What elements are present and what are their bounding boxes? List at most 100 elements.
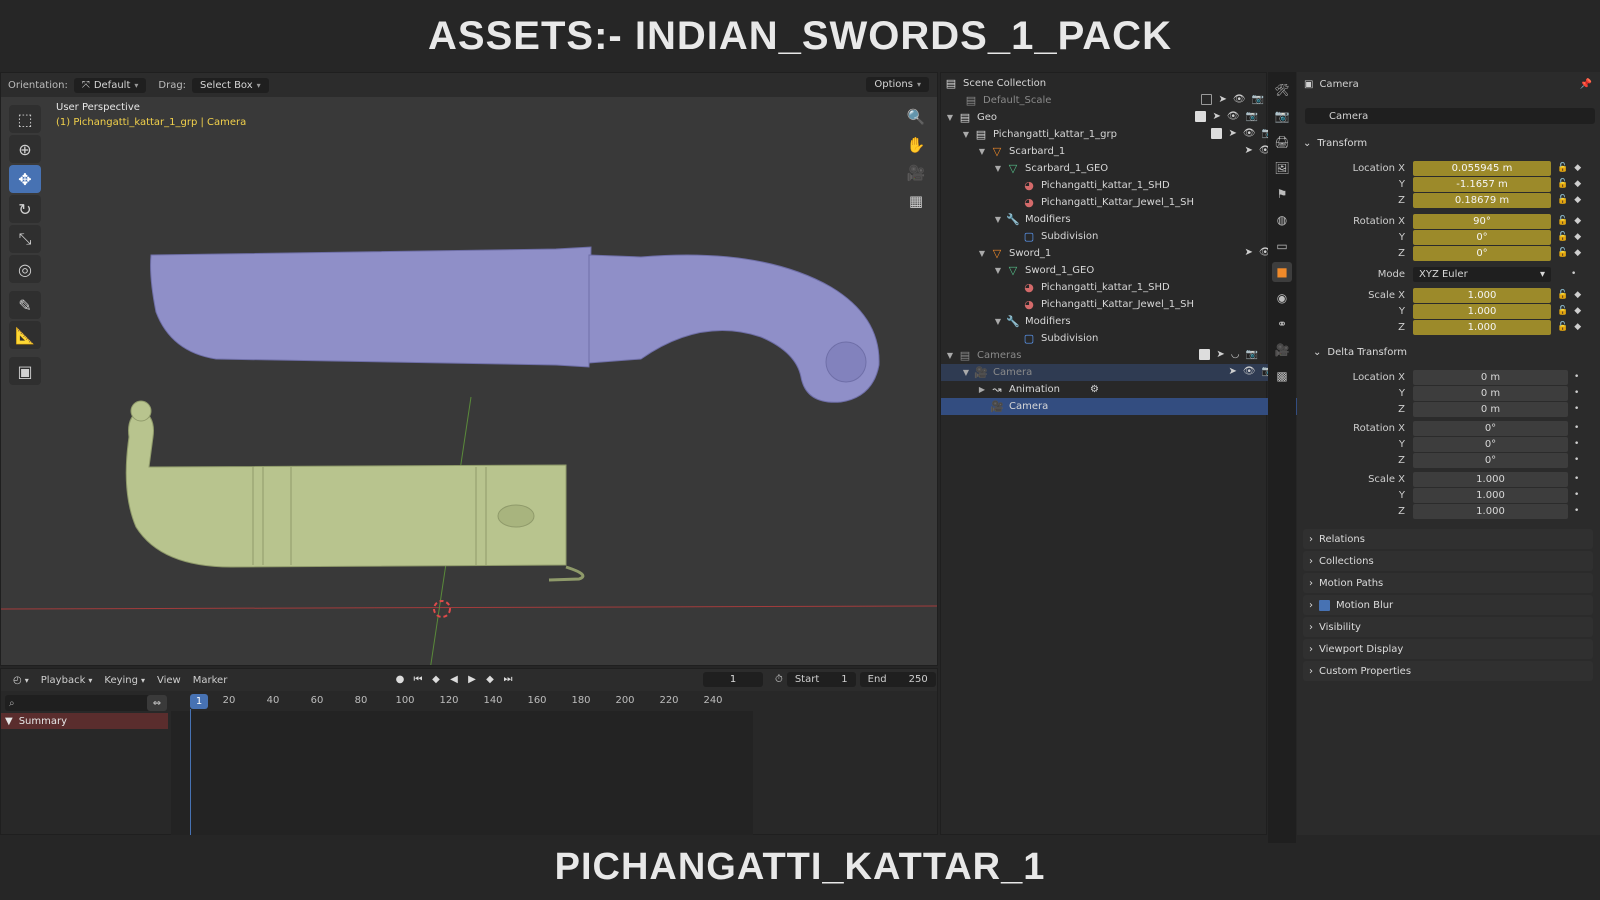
outliner-row[interactable]: ▼▤Pichangatti_kattar_1_grp ➤👁📷	[941, 126, 1286, 143]
select-box-tool[interactable]: ⬚	[9, 105, 41, 133]
select-arrow-icon[interactable]: ➤	[1218, 94, 1226, 105]
camera-render-icon[interactable]: 📷	[1252, 94, 1264, 105]
eye-icon[interactable]: 👁	[1227, 111, 1240, 122]
expand-arrow-icon[interactable]: ▼	[993, 317, 1003, 326]
keyframe-icon[interactable]: ◆	[1574, 290, 1581, 300]
expand-arrow-icon[interactable]: ▼	[945, 113, 955, 122]
tab-constraints[interactable]: ⚭	[1272, 314, 1292, 334]
tab-scene[interactable]: ⚑	[1272, 184, 1292, 204]
expand-arrow-icon[interactable]: ▼	[993, 164, 1003, 173]
end-frame-field[interactable]: End 250	[859, 672, 936, 687]
keyframe-icon[interactable]: ◆	[1574, 232, 1581, 242]
delta-scale-x-field[interactable]: 1.000	[1413, 471, 1568, 487]
lock-icon[interactable]: 🔓	[1557, 248, 1568, 258]
keyframe-icon[interactable]: ◆	[1574, 306, 1581, 316]
outliner-row[interactable]: ▼ ▤ Cameras ➤ ◡ 📷	[941, 347, 1270, 364]
expand-arrow-icon[interactable]: ▼	[945, 351, 955, 360]
tab-object[interactable]: ■	[1272, 262, 1292, 282]
delta-location-z-field[interactable]: 0 m	[1413, 401, 1568, 417]
tab-collection[interactable]: ▭	[1272, 236, 1292, 256]
current-frame-field[interactable]: 1	[703, 672, 763, 687]
keyframe-icon[interactable]: ◆	[1574, 163, 1581, 173]
ortho-toggle-button[interactable]: ▦	[903, 189, 929, 213]
collections-section[interactable]: › Collections	[1303, 551, 1593, 571]
exclude-checkbox[interactable]	[1199, 349, 1211, 360]
lock-icon[interactable]: 🔓	[1557, 163, 1568, 173]
expand-arrow-icon[interactable]: ▼	[993, 266, 1003, 275]
object-name-field[interactable]: Camera	[1305, 108, 1595, 124]
keyframe-dot-icon[interactable]: •	[1574, 506, 1579, 516]
expand-arrow-icon[interactable]: ▼	[977, 147, 987, 156]
delta-location-y-field[interactable]: 0 m	[1413, 385, 1568, 401]
rotation-y-field[interactable]: 0°	[1413, 229, 1551, 245]
current-frame-indicator[interactable]: 1	[190, 694, 208, 709]
keyframe-dot-icon[interactable]: •	[1574, 490, 1579, 500]
scale-x-field[interactable]: 1.000	[1413, 287, 1551, 303]
drag-dropdown[interactable]: Select Box ▾	[192, 77, 269, 93]
rotate-tool[interactable]: ↻	[9, 195, 41, 223]
keyframe-dot-icon[interactable]: •	[1571, 269, 1576, 279]
playback-menu[interactable]: Playback ▾	[41, 675, 93, 686]
camera-render-icon[interactable]: 📷	[1246, 349, 1258, 360]
rotation-mode-dropdown[interactable]: XYZ Euler ▾	[1413, 266, 1551, 282]
camera-view-button[interactable]: 🎥	[903, 161, 929, 185]
timeline-ruler[interactable]: 20 40 60 80 100 120 140 160 180 200 220 …	[171, 691, 753, 711]
measure-tool[interactable]: 📐	[9, 321, 41, 349]
expand-arrow-icon[interactable]: ▼	[993, 215, 1003, 224]
viewport-display-section[interactable]: › Viewport Display	[1303, 639, 1593, 659]
transform-tool[interactable]: ◎	[9, 255, 41, 283]
pin-icon[interactable]: 📌	[1580, 79, 1592, 90]
tab-data[interactable]: 🎥	[1272, 340, 1292, 360]
eye-icon[interactable]: 👁	[1243, 128, 1256, 139]
swap-channels-button[interactable]: ⇔	[147, 695, 167, 711]
select-arrow-icon[interactable]: ➤	[1228, 366, 1236, 377]
move-tool[interactable]: ✥	[9, 165, 41, 193]
outliner-row[interactable]: ▼ ▽ Sword_1_GEO	[941, 262, 1318, 279]
outliner-row[interactable]: ▼ 🔧 Modifiers	[941, 313, 1318, 330]
zoom-button[interactable]: 🔍	[903, 105, 929, 129]
3d-viewport[interactable]: Orientation: ⤧ Default ▾ Drag: Select Box ▾…	[0, 72, 938, 666]
summary-channel[interactable]: ▼ Summary	[1, 713, 168, 729]
scale-z-field[interactable]: 1.000	[1413, 319, 1551, 335]
keyframe-dot-icon[interactable]: •	[1574, 404, 1579, 414]
custom-properties-section[interactable]: › Custom Properties	[1303, 661, 1593, 681]
lock-icon[interactable]: 🔓	[1557, 179, 1568, 189]
lock-icon[interactable]: 🔓	[1557, 290, 1568, 300]
orientation-dropdown[interactable]: ⤧ Default ▾	[73, 77, 147, 93]
relations-section[interactable]: › Relations	[1303, 529, 1593, 549]
pan-button[interactable]: ✋	[903, 133, 929, 157]
stopwatch-icon[interactable]: ⏱	[775, 674, 783, 685]
keyframe-icon[interactable]: ◆	[1574, 195, 1581, 205]
outliner-row[interactable]: ▼▽Scarbard_1 ➤👁📷	[941, 143, 1302, 160]
transform-section-header[interactable]: ⌄ Transform	[1303, 134, 1593, 152]
editor-type-button[interactable]: ◴ ▾	[13, 675, 29, 686]
scale-y-field[interactable]: 1.000	[1413, 303, 1551, 319]
delta-rotation-y-field[interactable]: 0°	[1413, 436, 1568, 452]
expand-arrow-icon[interactable]: ▼	[977, 249, 987, 258]
outliner-row[interactable]: ▤ Default_Scale ➤ 👁 📷	[941, 92, 1276, 109]
tab-physics[interactable]: ◉	[1272, 288, 1292, 308]
tab-view-layer[interactable]: 🖼	[1272, 158, 1292, 178]
outliner-row[interactable]: ▼ ▽ Scarbard_1_GEO	[941, 160, 1318, 177]
expand-arrow-icon[interactable]: ▼	[961, 130, 971, 139]
start-frame-field[interactable]: Start 1	[786, 672, 856, 687]
keyframe-dot-icon[interactable]: •	[1574, 388, 1579, 398]
tab-texture[interactable]: ▩	[1272, 366, 1292, 386]
delta-rotation-z-field[interactable]: 0°	[1413, 452, 1568, 468]
visibility-section[interactable]: › Visibility	[1303, 617, 1593, 637]
jump-start-button[interactable]: ⏮	[411, 672, 425, 686]
exclude-checkbox[interactable]	[1201, 94, 1213, 105]
exclude-checkbox[interactable]	[1211, 128, 1223, 139]
tab-output[interactable]: 🖨	[1272, 132, 1292, 152]
outliner-row[interactable]: ▶ ↝ Animation ⚙	[941, 381, 1302, 398]
timeline-grid[interactable]	[171, 711, 753, 835]
keyframe-icon[interactable]: ◆	[1574, 322, 1581, 332]
outliner-row[interactable]: ▼▽Sword_1 ➤👁📷	[941, 245, 1302, 262]
outliner-row[interactable]: ▼ ▤ Geo ➤ 👁 📷	[941, 109, 1270, 126]
record-button[interactable]: ●	[393, 672, 407, 686]
keyframe-icon[interactable]: ◆	[1574, 248, 1581, 258]
delta-location-x-field[interactable]: 0 m	[1413, 369, 1568, 385]
eye-icon[interactable]: 👁	[1233, 94, 1246, 105]
keyframe-dot-icon[interactable]: •	[1574, 423, 1579, 433]
keyframe-dot-icon[interactable]: •	[1574, 372, 1579, 382]
